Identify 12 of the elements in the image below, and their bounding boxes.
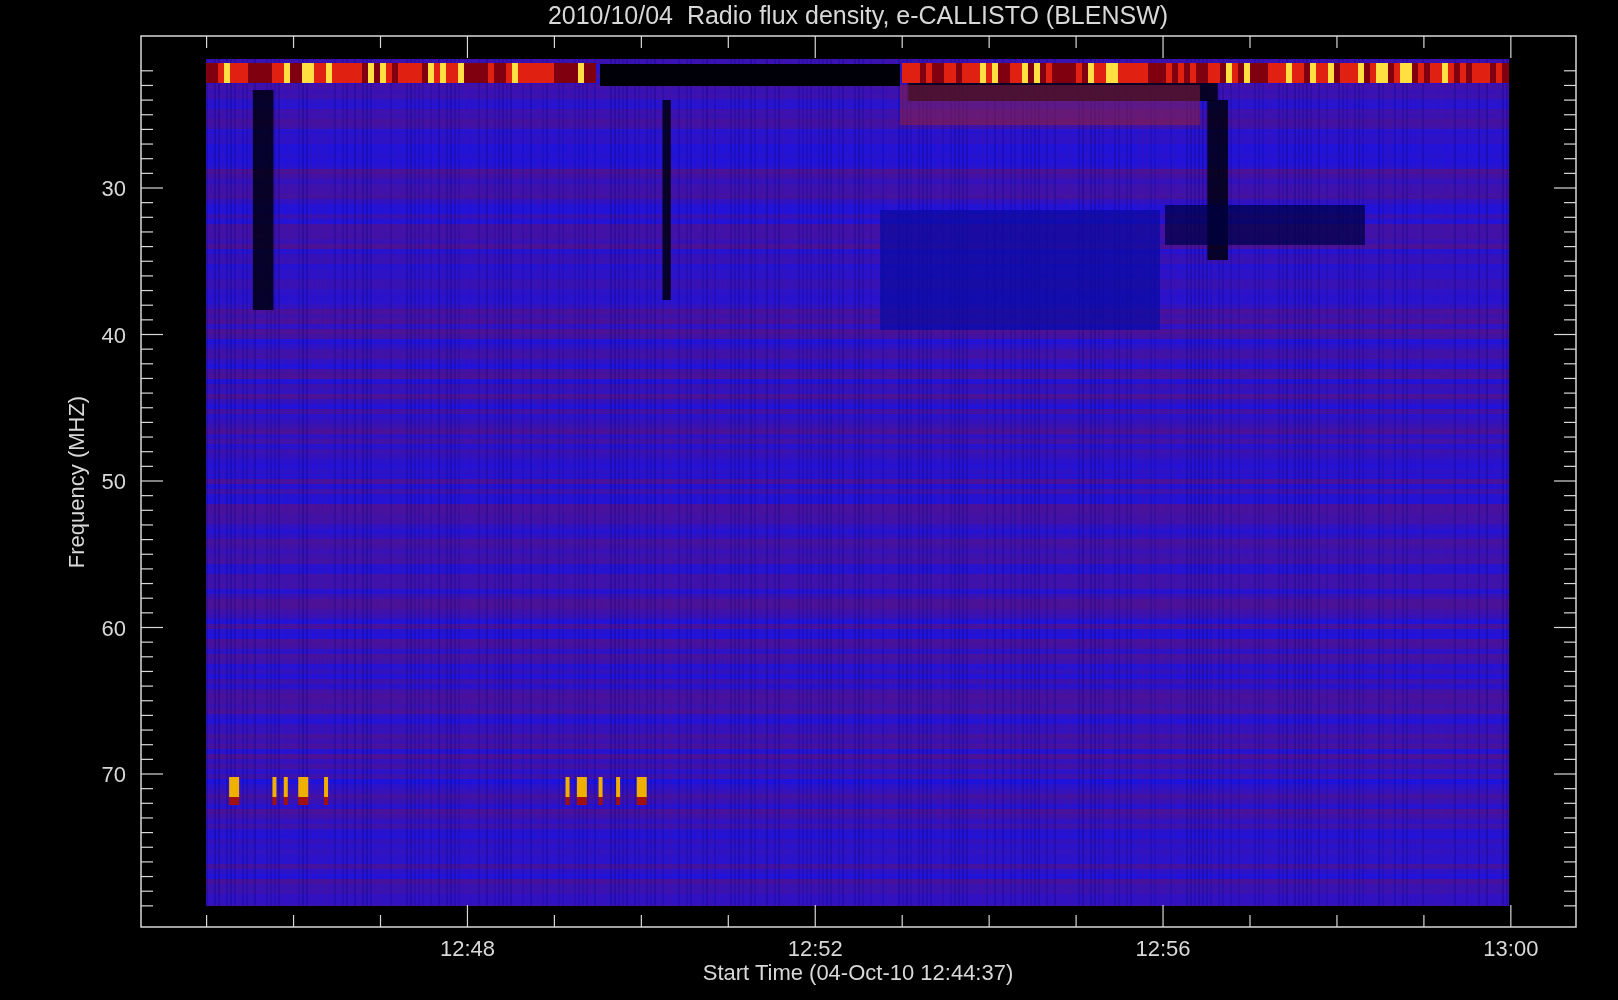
x-tick-label: 12:56 (1135, 936, 1191, 961)
y-axis-label: Frequency (MHZ) (64, 395, 89, 569)
x-tick-label: 12:48 (439, 936, 495, 961)
x-tick-label: 13:00 (1483, 936, 1539, 961)
y-tick-label: 50 (101, 469, 126, 494)
x-tick-label: 12:52 (787, 936, 843, 961)
y-tick-label: 60 (101, 615, 126, 641)
x-axis-label: Start Time (04-Oct-10 12:44:37) (702, 960, 1014, 985)
y-tick-label: 70 (101, 762, 126, 787)
chart-title: 2010/10/04 Radio flux density, e-CALLISTO (BLENSW) (547, 1, 1169, 29)
y-tick-label: 40 (101, 322, 126, 348)
y-tick-label: 30 (101, 176, 126, 201)
